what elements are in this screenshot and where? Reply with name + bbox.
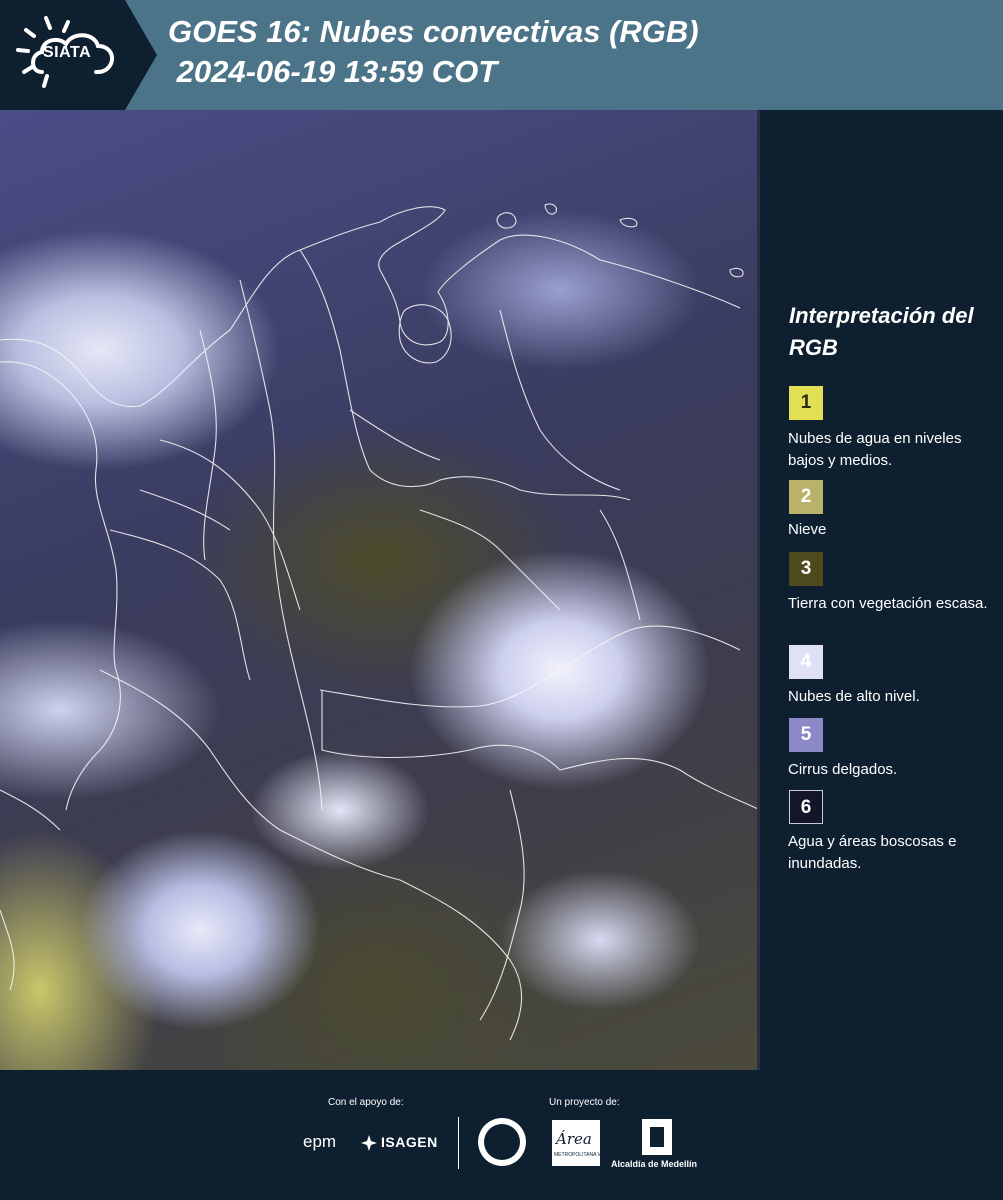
satellite-image xyxy=(0,110,760,1070)
amva-word: Área xyxy=(556,1130,592,1148)
siata-logo-text: SIATA xyxy=(43,44,92,61)
legend-swatch-6: 6 xyxy=(789,790,823,824)
legend-label-3: Tierra con vegetación escasa. xyxy=(788,595,988,612)
image-edge xyxy=(757,110,760,1070)
alcaldia-emblem-icon xyxy=(642,1119,672,1155)
alcaldia-label: Alcaldía de Medellín xyxy=(611,1159,698,1169)
logo-arrow xyxy=(125,0,157,110)
legend-swatch-5: 5 xyxy=(789,718,823,752)
footer-divider xyxy=(458,1117,459,1169)
legend-label-6: Agua y áreas boscosas e inundadas. xyxy=(788,833,957,872)
legend-label-4: Nubes de alto nivel. xyxy=(788,688,920,705)
project-label: Un proyecto de: xyxy=(549,1097,620,1108)
country-borders-map xyxy=(0,203,760,1041)
legend-title: Interpretación del RGB xyxy=(789,303,974,360)
legend-label-1: Nubes de agua en niveles bajos y medios. xyxy=(788,430,962,469)
area-metropolitana-logo: Área METROPOLITANA Valle de Aburrá xyxy=(552,1120,631,1166)
support-label: Con el apoyo de: xyxy=(328,1097,404,1108)
medellin-seal-icon xyxy=(478,1118,526,1166)
isagen-star-icon xyxy=(361,1135,377,1151)
legend-swatch-4: 4 xyxy=(789,645,823,679)
legend-swatch-3: 3 xyxy=(789,552,823,586)
legend-label-2: Nieve xyxy=(788,521,827,538)
legend-label-5: Cirrus delgados. xyxy=(788,761,898,778)
isagen-logo: ISAGEN xyxy=(381,1134,438,1150)
page-title: GOES 16: Nubes convectivas (RGB) 2024-06… xyxy=(168,14,699,89)
epm-logo: epm xyxy=(303,1132,337,1151)
amva-subtitle: METROPOLITANA Valle de Aburrá xyxy=(554,1152,632,1158)
legend-swatch-2: 2 xyxy=(789,480,823,514)
legend-swatch-1: 1 xyxy=(789,386,823,420)
